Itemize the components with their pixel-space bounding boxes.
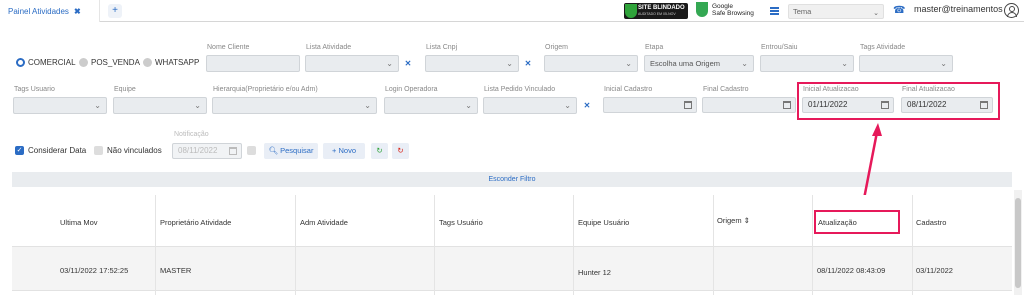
check-icon: ✓: [15, 146, 24, 155]
notificacao-checkbox[interactable]: [247, 146, 260, 155]
user-avatar-icon[interactable]: [1004, 3, 1019, 18]
lista-atividade-select[interactable]: ⌄: [305, 55, 399, 72]
plus-icon: +: [332, 146, 337, 155]
tab-label: Painel Atividades: [8, 6, 69, 16]
list-icon[interactable]: [770, 7, 779, 15]
cell-proprietario: MASTER: [160, 266, 192, 275]
tags-atividade-select[interactable]: ⌄: [859, 55, 953, 72]
gsb-line1: Google: [712, 2, 733, 10]
header-cadastro[interactable]: Cadastro: [916, 218, 946, 227]
nao-vinculados-checkbox[interactable]: Não vinculados: [94, 146, 162, 155]
label-final-cadastro: Final Cadastro: [703, 86, 749, 93]
considerar-data-checkbox[interactable]: ✓ Considerar Data: [15, 146, 86, 155]
chevron-down-icon: ⌄: [873, 10, 879, 17]
header-origem[interactable]: Origem ⇕: [717, 216, 750, 225]
label-inicial-atualizacao: Inicial Atualizacao: [803, 86, 859, 93]
column-divider: [912, 195, 913, 295]
table-scrollbar[interactable]: [1014, 190, 1022, 295]
hierarquia-select[interactable]: ⌄: [212, 97, 377, 114]
column-divider: [295, 195, 296, 295]
column-divider: [155, 195, 156, 295]
label-lista-pedido: Lista Pedido Vinculado: [484, 86, 556, 93]
header-tags-usuario[interactable]: Tags Usuário: [439, 218, 483, 227]
tags-usuario-select[interactable]: ⌄: [13, 97, 107, 114]
refresh-icon: ↻: [397, 146, 404, 155]
shield-icon: [625, 4, 637, 18]
column-divider: [573, 195, 574, 295]
etapa-select[interactable]: Escolha uma Origem ⌄: [644, 55, 754, 72]
nome-cliente-input[interactable]: [206, 55, 300, 72]
cell-equipe: Hunter 12: [578, 268, 611, 277]
label-lista-atividade: Lista Atividade: [306, 44, 352, 51]
label-login-operadora: Login Operadora: [385, 86, 438, 93]
calendar-icon[interactable]: [980, 101, 988, 109]
label-tags-atividade: Tags Atividade: [860, 44, 906, 51]
label-final-atualizacao: Final Atualizacao: [902, 86, 955, 93]
column-divider: [812, 195, 813, 295]
close-icon[interactable]: ✖: [74, 7, 81, 16]
clear-lista-pedido-button[interactable]: ✕: [581, 100, 593, 112]
column-divider: [434, 195, 435, 295]
label-inicial-cadastro: Inicial Cadastro: [604, 86, 653, 93]
label-notificacao: Notificação: [174, 131, 209, 138]
radio-whatsapp[interactable]: WHATSAPP: [143, 58, 199, 67]
lista-cnpj-select[interactable]: ⌄: [425, 55, 519, 72]
label-hierarquia: Hierarquia(Proprietário e/ou Adm): [213, 86, 318, 93]
lista-pedido-select[interactable]: ⌄: [483, 97, 577, 114]
refresh-red-button[interactable]: ↻: [392, 143, 409, 159]
clear-lista-cnpj-button[interactable]: ✕: [522, 58, 534, 70]
inicial-cadastro-input[interactable]: [603, 97, 697, 113]
label-origem: Origem: [545, 44, 568, 51]
novo-button[interactable]: + Novo: [323, 143, 365, 159]
calendar-icon[interactable]: [684, 101, 692, 109]
origem-select[interactable]: ⌄: [544, 55, 638, 72]
header-proprietario[interactable]: Proprietário Atividade: [160, 218, 231, 227]
header-equipe[interactable]: Equipe Usuário: [578, 218, 629, 227]
search-icon: 🔍︎: [268, 146, 279, 155]
login-operadora-select[interactable]: ⌄: [384, 97, 478, 114]
radio-comercial[interactable]: COMERCIAL: [16, 58, 76, 67]
google-shield-icon: [696, 2, 708, 17]
calendar-icon[interactable]: [783, 101, 791, 109]
label-entrou-saiu: Entrou/Saiu: [761, 44, 798, 51]
scrollbar-thumb[interactable]: [1015, 198, 1021, 288]
header-adm[interactable]: Adm Atividade: [300, 218, 348, 227]
label-lista-cnpj: Lista Cnpj: [426, 44, 458, 51]
cell-ultima-mov: 03/11/2022 17:52:25: [60, 266, 129, 275]
label-tags-usuario: Tags Usuario: [14, 86, 55, 93]
add-tab-button[interactable]: +: [108, 4, 122, 18]
radio-selected-icon: [16, 58, 25, 67]
label-equipe: Equipe: [114, 86, 136, 93]
inicial-atualizacao-input[interactable]: 01/11/2022: [802, 97, 894, 113]
clear-lista-atividade-button[interactable]: ✕: [402, 58, 414, 70]
equipe-select[interactable]: ⌄: [113, 97, 207, 114]
final-atualizacao-input[interactable]: 08/11/2022: [901, 97, 993, 113]
notificacao-input[interactable]: 08/11/2022: [172, 143, 242, 159]
cell-atualizacao: 08/11/2022 08:43:09: [817, 266, 886, 275]
refresh-icon: ↻: [376, 146, 383, 155]
refresh-green-button[interactable]: ↻: [371, 143, 388, 159]
site-blindado-badge: SITE BLINDADO AUDITADO EM 05-NOV: [624, 3, 688, 19]
theme-select[interactable]: Tema ⌄: [788, 4, 884, 19]
google-safe-browsing-badge: Google Safe Browsing: [696, 2, 754, 17]
label-etapa: Etapa: [645, 44, 664, 51]
phone-icon[interactable]: ☎: [893, 5, 905, 16]
gsb-line2: Safe Browsing: [712, 9, 754, 17]
header-atualizacao[interactable]: Atualização: [818, 218, 857, 227]
pesquisar-button[interactable]: 🔍︎ Pesquisar: [264, 143, 318, 159]
badge-subtitle: AUDITADO EM 05-NOV: [638, 12, 676, 16]
calendar-icon[interactable]: [881, 101, 889, 109]
final-cadastro-input[interactable]: [702, 97, 796, 113]
header-ultima-mov[interactable]: Ultima Mov: [60, 218, 98, 227]
column-divider: [713, 195, 714, 295]
label-nome-cliente: Nome Cliente: [207, 44, 250, 51]
tab-painel-atividades[interactable]: Painel Atividades ✖: [0, 0, 100, 22]
user-name: master@treinamentos: [914, 4, 1003, 14]
calendar-icon[interactable]: [229, 147, 237, 155]
entrou-saiu-select[interactable]: ⌄: [760, 55, 854, 72]
table-row[interactable]: [12, 291, 1012, 295]
radio-pos-venda[interactable]: POS_VENDA: [79, 58, 140, 67]
cell-cadastro: 03/11/2022: [916, 266, 953, 275]
